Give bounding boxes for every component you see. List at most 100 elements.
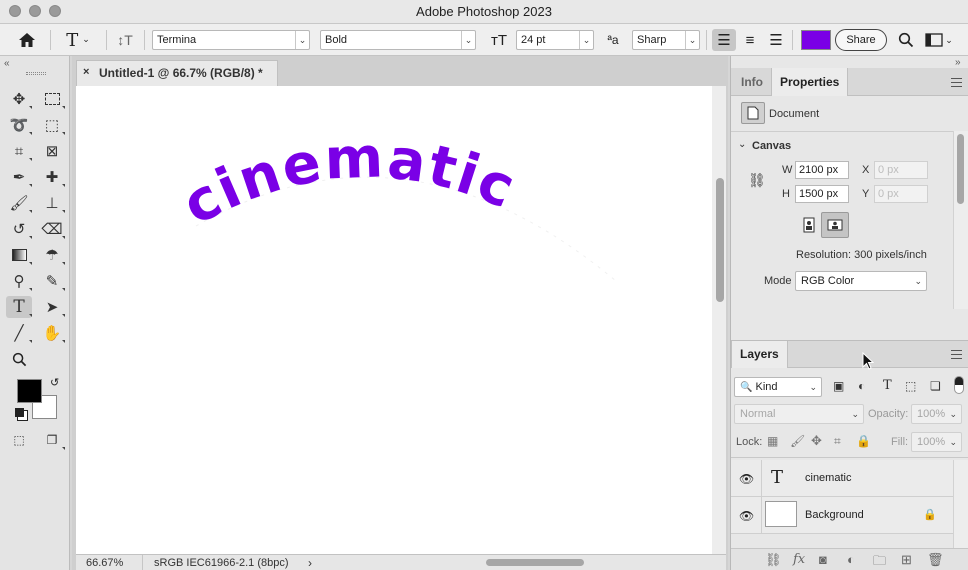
foreground-color-swatch[interactable]	[17, 379, 42, 403]
lock-position-icon[interactable]: ✥	[811, 433, 822, 449]
document-tab[interactable]: × Untitled-1 @ 66.7% (RGB/8) *	[76, 60, 278, 86]
zoom-tool-icon[interactable]	[6, 348, 32, 370]
delete-layer-icon[interactable]: 🗑	[927, 552, 944, 568]
font-family-select[interactable]: Termina ⌄	[152, 30, 310, 50]
workspace-icon[interactable]: ⌄	[924, 29, 954, 51]
vertical-scroll-thumb[interactable]	[716, 178, 724, 302]
share-button[interactable]: Share	[835, 29, 887, 51]
new-group-icon[interactable]: 🗀	[873, 552, 886, 570]
type-tool-icon[interactable]: T	[6, 296, 32, 318]
close-tab-icon[interactable]: ×	[83, 66, 89, 78]
antialias-select[interactable]: Sharp ⌄	[632, 30, 700, 50]
tab-properties[interactable]: Properties	[771, 68, 849, 96]
collapse-toolbar-icon[interactable]: «	[4, 58, 10, 69]
mode-select[interactable]: RGB Color ⌄	[795, 271, 927, 291]
gradient-tool-icon[interactable]	[6, 244, 32, 266]
line-tool-icon[interactable]: ╱	[6, 322, 32, 344]
divider	[731, 457, 968, 458]
filter-shape-layers-icon[interactable]: ⬚	[905, 379, 916, 393]
width-field[interactable]: 2100 px	[795, 161, 849, 179]
link-dimensions-icon[interactable]: ⛓	[748, 172, 766, 189]
lock-transparent-pixels-icon[interactable]: ▦	[767, 434, 778, 448]
filter-toggle-icon[interactable]	[954, 376, 964, 394]
divider	[50, 30, 51, 50]
visibility-eye-icon[interactable]: 👁	[739, 472, 754, 486]
panel-menu-icon[interactable]	[951, 78, 962, 87]
hand-tool-icon[interactable]: ✋	[39, 322, 65, 344]
default-colors-icon[interactable]	[15, 408, 24, 417]
expand-panels-icon[interactable]: »	[955, 57, 961, 68]
filter-smart-objects-icon[interactable]: ❏	[930, 379, 941, 393]
font-size-select[interactable]: 24 pt ⌄	[516, 30, 594, 50]
filter-adjustment-layers-icon[interactable]: ◐	[858, 379, 865, 393]
search-icon[interactable]	[895, 29, 917, 51]
fill-field[interactable]: 100% ⌄	[911, 432, 962, 452]
filter-pixel-layers-icon[interactable]: ▣	[833, 379, 844, 393]
toolbar-grip[interactable]	[26, 72, 46, 75]
canvas-collapse-chevron-icon[interactable]: ⌄	[738, 139, 746, 150]
lock-image-pixels-icon[interactable]: 🖌	[790, 434, 805, 448]
marquee-tool-icon[interactable]	[39, 88, 65, 110]
horizontal-scroll-thumb[interactable]	[486, 559, 584, 566]
layers-panel-menu-icon[interactable]	[951, 350, 962, 359]
x-field[interactable]: 0 px	[874, 161, 928, 179]
layer-lock-icon[interactable]: 🔒	[923, 508, 937, 521]
layer-name: Background	[805, 509, 864, 521]
kind-filter-select[interactable]: 🔍 Kind ⌄	[734, 377, 822, 397]
history-brush-tool-icon[interactable]: ↺	[6, 218, 32, 240]
home-icon[interactable]	[14, 29, 40, 51]
window-title: Adobe Photoshop 2023	[416, 4, 552, 19]
eyedropper-tool-icon[interactable]: ✒	[6, 166, 32, 188]
visibility-eye-icon[interactable]: 👁	[739, 509, 754, 523]
eraser-tool-icon[interactable]: ⌫	[39, 218, 65, 240]
landscape-orientation-button[interactable]	[821, 212, 849, 238]
align-left-button[interactable]: ☰	[712, 29, 736, 51]
align-center-button[interactable]: ≡	[738, 29, 762, 51]
object-selection-tool-icon[interactable]: ⬚	[39, 114, 65, 136]
lock-artboard-icon[interactable]: ⌗	[834, 434, 841, 449]
opacity-field[interactable]: 100% ⌄	[911, 404, 962, 424]
healing-brush-tool-icon[interactable]: ✚	[39, 166, 65, 188]
height-field[interactable]: 1500 px	[795, 185, 849, 203]
align-right-button[interactable]: ☰	[764, 29, 788, 51]
pen-tool-icon[interactable]: ✎	[39, 270, 65, 292]
clone-stamp-tool-icon[interactable]: ⊥	[39, 192, 65, 214]
filter-type-layers-icon[interactable]: T	[883, 378, 892, 393]
document-icon	[741, 102, 765, 124]
layer-row-cinematic[interactable]: 👁 T cinematic	[731, 460, 953, 497]
crop-tool-icon[interactable]: ⌗	[6, 140, 32, 162]
canvas-text-layer[interactable]: cinematic	[172, 125, 525, 238]
type-tool-preset-icon[interactable]: T ⌄	[58, 29, 98, 51]
vertical-scrollbar[interactable]	[712, 86, 726, 554]
screen-mode-icon[interactable]: ❐	[39, 429, 65, 451]
dodge-tool-icon[interactable]: ⚲	[6, 270, 32, 292]
link-layers-icon[interactable]: ⛓	[765, 552, 782, 568]
blur-tool-icon[interactable]: ☂	[39, 244, 65, 266]
add-mask-icon[interactable]: ◙	[819, 552, 827, 567]
new-layer-icon[interactable]: ⊞	[901, 552, 912, 568]
font-style-select[interactable]: Bold ⌄	[320, 30, 476, 50]
tab-info[interactable]: Info	[733, 68, 771, 96]
lock-all-icon[interactable]: 🔒	[856, 434, 871, 448]
move-tool-icon[interactable]: ✥	[6, 88, 32, 110]
swap-colors-icon[interactable]: ↺	[50, 376, 59, 389]
toggle-text-orientation-icon[interactable]: ↕T	[112, 29, 138, 51]
path-selection-tool-icon[interactable]: ➤	[39, 296, 65, 318]
layer-style-fx-icon[interactable]: fx	[793, 552, 805, 567]
y-field[interactable]: 0 px	[874, 185, 928, 203]
layers-scrollbar[interactable]	[953, 460, 968, 548]
layer-row-background[interactable]: 👁 Background 🔒	[731, 497, 953, 534]
properties-scroll-thumb[interactable]	[957, 134, 964, 204]
quick-mask-icon[interactable]: ⬚	[6, 429, 32, 451]
portrait-orientation-button[interactable]	[800, 214, 818, 236]
status-menu-chevron-icon[interactable]: ›	[308, 556, 312, 570]
tab-layers[interactable]: Layers	[731, 341, 788, 368]
brush-tool-icon[interactable]: 🖌	[6, 192, 32, 214]
blend-mode-select[interactable]: Normal ⌄	[734, 404, 864, 424]
canvas[interactable]: cinematic	[76, 86, 712, 554]
text-color-swatch[interactable]	[801, 30, 831, 50]
lasso-tool-icon[interactable]: ➰	[6, 114, 32, 136]
frame-tool-icon[interactable]: ⊠	[39, 140, 65, 162]
zoom-level[interactable]: 66.67%	[86, 557, 123, 569]
new-adjustment-layer-icon[interactable]: ◐	[847, 552, 855, 567]
